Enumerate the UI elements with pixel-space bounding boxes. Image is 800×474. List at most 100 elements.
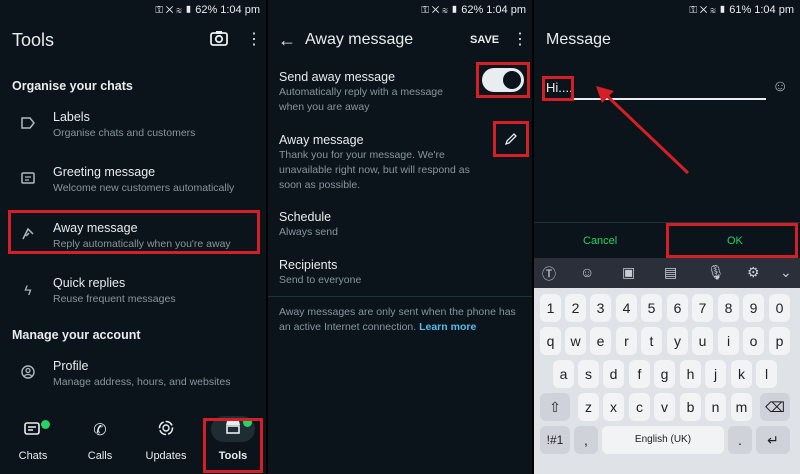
- nav-chats[interactable]: Chats: [3, 412, 63, 474]
- key[interactable]: 9: [743, 294, 764, 322]
- more-options-icon[interactable]: ⋮: [512, 29, 528, 49]
- label-icon: [18, 116, 38, 136]
- backspace-key[interactable]: ⌫: [760, 393, 790, 421]
- key[interactable]: 5: [641, 294, 662, 322]
- item-title: Quick replies: [53, 276, 126, 290]
- tools-item-profile[interactable]: Profile Manage address, hours, and websi…: [12, 359, 258, 401]
- row-title: Send away message: [279, 70, 396, 84]
- learn-more-link[interactable]: Learn more: [419, 321, 476, 333]
- key[interactable]: c: [629, 393, 650, 421]
- tools-item-labels[interactable]: Labels Organise chats and customers: [12, 110, 258, 152]
- row-subtitle: Thank you for your message. We're unavai…: [279, 149, 470, 191]
- chevron-down-icon[interactable]: ⌄: [780, 264, 792, 281]
- period-key[interactable]: .: [728, 426, 752, 454]
- back-arrow-icon[interactable]: ←: [278, 30, 296, 51]
- key[interactable]: g: [654, 360, 675, 388]
- battery-level: 62%: [461, 4, 484, 16]
- bolt-icon: ϟ: [24, 282, 32, 298]
- key[interactable]: 2: [565, 294, 586, 322]
- key[interactable]: d: [603, 360, 624, 388]
- key[interactable]: 6: [667, 294, 688, 322]
- emoji-icon[interactable]: ☺: [580, 264, 594, 280]
- key[interactable]: f: [629, 360, 650, 388]
- footer-note: Away messages are only sent when the pho…: [279, 305, 524, 335]
- key[interactable]: b: [680, 393, 701, 421]
- enter-key[interactable]: ↵: [756, 426, 790, 454]
- key[interactable]: l: [756, 360, 777, 388]
- key[interactable]: a: [553, 360, 574, 388]
- key[interactable]: s: [578, 360, 599, 388]
- text-mode-icon[interactable]: Ⓣ: [542, 264, 556, 284]
- key[interactable]: n: [705, 393, 726, 421]
- key[interactable]: h: [680, 360, 701, 388]
- key[interactable]: m: [731, 393, 752, 421]
- key[interactable]: 0: [769, 294, 790, 322]
- highlight-box: [542, 76, 574, 101]
- away-message-screen: ⚿ ✕ ≋ ▮ 62% 1:04 pm ← Away message SAVE …: [268, 0, 532, 474]
- row-subtitle: Automatically reply with a message when …: [279, 86, 443, 113]
- key[interactable]: 7: [692, 294, 713, 322]
- section-heading: Organise your chats: [12, 79, 133, 93]
- item-title: Labels: [53, 110, 90, 124]
- save-button[interactable]: SAVE: [470, 34, 499, 46]
- key[interactable]: 4: [616, 294, 637, 322]
- item-subtitle: Organise chats and customers: [53, 127, 196, 139]
- shift-key[interactable]: ⇧: [540, 393, 570, 421]
- highlight-box: [476, 62, 530, 98]
- sticker-icon[interactable]: ▣: [622, 264, 635, 281]
- cancel-button[interactable]: Cancel: [583, 235, 617, 247]
- tools-item-greeting[interactable]: Greeting message Welcome new customers a…: [12, 165, 258, 207]
- key[interactable]: v: [654, 393, 675, 421]
- key[interactable]: x: [603, 393, 624, 421]
- footer-text: Away messages are only sent when the pho…: [279, 306, 516, 333]
- key[interactable]: z: [578, 393, 599, 421]
- gif-icon[interactable]: ▤: [664, 264, 677, 281]
- settings-icon[interactable]: ⚙: [747, 264, 760, 281]
- keyboard-toolbar: Ⓣ ☺ ▣ ▤ 🎙︎ ⚙ ⌄: [534, 258, 800, 288]
- nav-label: Chats: [18, 450, 48, 462]
- key[interactable]: o: [743, 327, 764, 355]
- emoji-icon[interactable]: ☺: [772, 78, 788, 96]
- section-heading: Manage your account: [12, 328, 141, 342]
- key[interactable]: t: [641, 327, 662, 355]
- key[interactable]: r: [616, 327, 637, 355]
- key[interactable]: 8: [718, 294, 739, 322]
- status-icons: ⚿ ✕ ≋ ▮: [421, 4, 459, 16]
- camera-icon[interactable]: [210, 30, 228, 51]
- key[interactable]: 1: [540, 294, 561, 322]
- status-bar: ⚿ ✕ ≋ ▮ 61% 1:04 pm: [689, 0, 794, 20]
- nav-label: Calls: [87, 450, 113, 462]
- comma-key[interactable]: ,: [574, 426, 598, 454]
- key[interactable]: e: [590, 327, 611, 355]
- key[interactable]: j: [705, 360, 726, 388]
- mic-icon[interactable]: 🎙︎: [707, 264, 725, 281]
- symbols-key[interactable]: !#1: [540, 426, 570, 454]
- key[interactable]: k: [731, 360, 752, 388]
- keyboard-body: 1 2 3 4 5 6 7 8 9 0 q w e r t y u i o p …: [534, 288, 800, 474]
- key[interactable]: q: [540, 327, 561, 355]
- nav-calls[interactable]: ✆ Calls: [70, 412, 130, 474]
- row-subtitle: Send to everyone: [279, 274, 362, 286]
- row-title: Away message: [279, 133, 364, 147]
- key[interactable]: i: [718, 327, 739, 355]
- annotation-arrow: [596, 86, 690, 175]
- tools-item-quick-replies[interactable]: ϟ Quick replies Reuse frequent messages: [12, 276, 258, 318]
- chats-icon: [3, 420, 63, 441]
- page-title: Tools: [12, 30, 55, 50]
- row-title: Schedule: [279, 210, 332, 224]
- nav-updates[interactable]: Updates: [136, 412, 196, 474]
- message-editor-screen: ⚿ ✕ ≋ ▮ 61% 1:04 pm Message Hi.... ☺ Can…: [534, 0, 800, 474]
- item-subtitle: Reuse frequent messages: [53, 293, 176, 305]
- space-key[interactable]: English (UK): [602, 426, 724, 454]
- key[interactable]: y: [667, 327, 688, 355]
- more-options-icon[interactable]: ⋮: [246, 29, 262, 49]
- key[interactable]: 3: [590, 294, 611, 322]
- page-title: Away message: [305, 31, 414, 48]
- unread-dot: [41, 420, 50, 429]
- key[interactable]: u: [692, 327, 713, 355]
- key[interactable]: w: [565, 327, 586, 355]
- item-title: Profile: [53, 359, 89, 373]
- keyboard: Ⓣ ☺ ▣ ▤ 🎙︎ ⚙ ⌄ 1 2 3 4 5 6 7 8 9 0 q w e…: [534, 258, 800, 474]
- key[interactable]: p: [769, 327, 790, 355]
- highlight-box: [493, 121, 529, 157]
